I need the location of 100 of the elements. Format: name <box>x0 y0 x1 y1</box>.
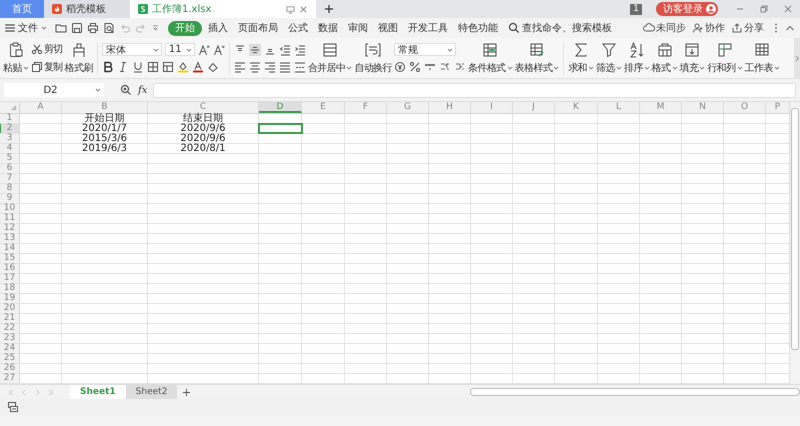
align-center-icon[interactable] <box>248 60 261 72</box>
row-header[interactable]: 15 <box>0 254 20 263</box>
rows-columns-button[interactable]: 行和列 <box>707 42 743 74</box>
sheet-tab[interactable]: Sheet1 <box>70 385 126 399</box>
row-header[interactable]: 7 <box>0 174 20 183</box>
row-header[interactable]: 21 <box>0 314 20 323</box>
table-style-button[interactable]: 表格样式 <box>514 42 560 74</box>
vertical-scrollbar[interactable] <box>789 102 800 384</box>
row-header[interactable]: 14 <box>0 244 20 253</box>
formula-input[interactable] <box>153 82 796 98</box>
fill-button[interactable]: 填充 <box>680 42 706 74</box>
column-header[interactable]: K <box>555 102 598 113</box>
row-header[interactable]: 25 <box>0 354 20 363</box>
insert-function-button[interactable]: fx <box>138 84 148 96</box>
copy-button[interactable]: 复制 <box>30 60 63 74</box>
cut-button[interactable]: 剪切 <box>30 42 63 56</box>
save-icon[interactable] <box>71 22 83 34</box>
row-header[interactable]: 17 <box>0 274 20 283</box>
share-button[interactable]: 分享 <box>731 21 764 35</box>
column-header[interactable]: J <box>513 102 555 113</box>
cell-style-icon[interactable] <box>162 61 174 73</box>
format-painter-button[interactable]: 格式刷 <box>64 42 93 74</box>
column-header[interactable]: O <box>724 102 766 113</box>
justify-icon[interactable] <box>278 60 291 72</box>
column-header[interactable]: H <box>429 102 471 113</box>
decrease-indent-icon[interactable] <box>278 44 291 56</box>
currency-icon[interactable] <box>394 61 406 73</box>
name-box[interactable]: D2 <box>4 83 104 97</box>
align-left-icon[interactable] <box>234 60 246 72</box>
decrease-font-icon[interactable] <box>212 44 225 56</box>
document-tab[interactable]: 稻壳模板 <box>44 0 130 18</box>
row-header[interactable]: 8 <box>0 184 20 193</box>
column-header[interactable]: L <box>598 102 640 113</box>
row-header[interactable]: 24 <box>0 344 20 353</box>
window-count-badge[interactable]: 1 <box>630 4 642 14</box>
active-cell[interactable] <box>259 124 302 133</box>
row-header[interactable]: 12 <box>0 224 20 233</box>
column-header[interactable]: G <box>387 102 429 113</box>
row-header[interactable]: 2 <box>0 124 20 133</box>
ribbon-tab[interactable]: 插入 <box>204 20 232 36</box>
row-header[interactable]: 6 <box>0 164 20 173</box>
folder-icon[interactable] <box>55 22 67 34</box>
ribbon-tab[interactable]: 数据 <box>314 20 342 36</box>
worksheet-button[interactable]: 工作表 <box>744 42 780 74</box>
row-header[interactable]: 4 <box>0 144 20 153</box>
new-tab-icon[interactable] <box>324 4 334 14</box>
row-header[interactable]: 9 <box>0 194 20 203</box>
sort-button[interactable]: 排序 <box>624 42 650 74</box>
ribbon-tab[interactable]: 开始 <box>168 20 202 36</box>
row-header[interactable]: 19 <box>0 294 20 303</box>
row-header[interactable]: 20 <box>0 304 20 313</box>
increase-indent-icon[interactable] <box>294 44 306 56</box>
column-header[interactable]: B <box>62 102 148 113</box>
underline-icon[interactable] <box>132 61 144 73</box>
row-header[interactable]: 13 <box>0 234 20 243</box>
ribbon-tab[interactable]: 页面布局 <box>234 20 282 36</box>
filter-button[interactable]: 筛选 <box>596 42 622 74</box>
collaborate-button[interactable]: 协作 <box>692 21 725 35</box>
column-header[interactable]: N <box>682 102 724 113</box>
distribute-icon[interactable] <box>294 60 306 72</box>
row-header[interactable]: 16 <box>0 264 20 273</box>
sum-button[interactable]: 求和 <box>568 42 594 74</box>
row-header[interactable]: 22 <box>0 324 20 333</box>
row-header[interactable]: 1 <box>0 114 20 123</box>
number-format-field[interactable]: 常规 <box>394 43 456 56</box>
eraser-icon[interactable] <box>206 61 219 73</box>
ribbon-tab[interactable]: 公式 <box>284 20 312 36</box>
close-icon[interactable] <box>783 4 793 14</box>
column-header[interactable]: A <box>20 102 62 113</box>
font-name-field[interactable]: 宋体 <box>102 43 162 56</box>
row-header[interactable]: 3 <box>0 134 20 143</box>
border-icon[interactable] <box>146 61 159 73</box>
document-tab[interactable]: 首页 <box>0 0 44 18</box>
ribbon-tab[interactable]: 视图 <box>374 20 402 36</box>
command-search[interactable]: 查找命令、搜索模板 <box>508 21 612 35</box>
conditional-format-button[interactable]: 条件格式 <box>468 42 513 74</box>
column-header[interactable]: D <box>259 102 302 113</box>
sync-button[interactable]: 未同步 <box>643 21 686 35</box>
column-header[interactable]: I <box>471 102 513 113</box>
row-header[interactable]: 27 <box>0 374 20 383</box>
row-header[interactable]: 23 <box>0 334 20 343</box>
column-header[interactable]: F <box>345 102 387 113</box>
close-icon[interactable] <box>299 4 308 14</box>
bold-icon[interactable] <box>102 61 114 73</box>
print-icon[interactable] <box>87 22 99 34</box>
merge-center-button[interactable]: 合并居中 <box>308 42 352 74</box>
row-header[interactable]: 26 <box>0 364 20 373</box>
font-color-icon[interactable] <box>192 61 204 73</box>
ribbon-tab[interactable]: 特色功能 <box>454 20 502 36</box>
add-sheet-icon[interactable] <box>182 388 192 396</box>
vertical-align-button[interactable] <box>248 44 261 56</box>
column-header[interactable]: E <box>302 102 345 113</box>
thousands-separator-icon[interactable] <box>424 61 436 73</box>
font-size-field[interactable]: 11 <box>164 43 195 56</box>
monitor-icon[interactable] <box>286 4 295 14</box>
sheet-tab[interactable]: Sheet2 <box>126 385 178 399</box>
row-header[interactable]: 11 <box>0 214 20 223</box>
percent-icon[interactable] <box>409 61 422 73</box>
wrap-text-button[interactable]: 自动换行 <box>354 42 392 74</box>
row-header[interactable]: 10 <box>0 204 20 213</box>
